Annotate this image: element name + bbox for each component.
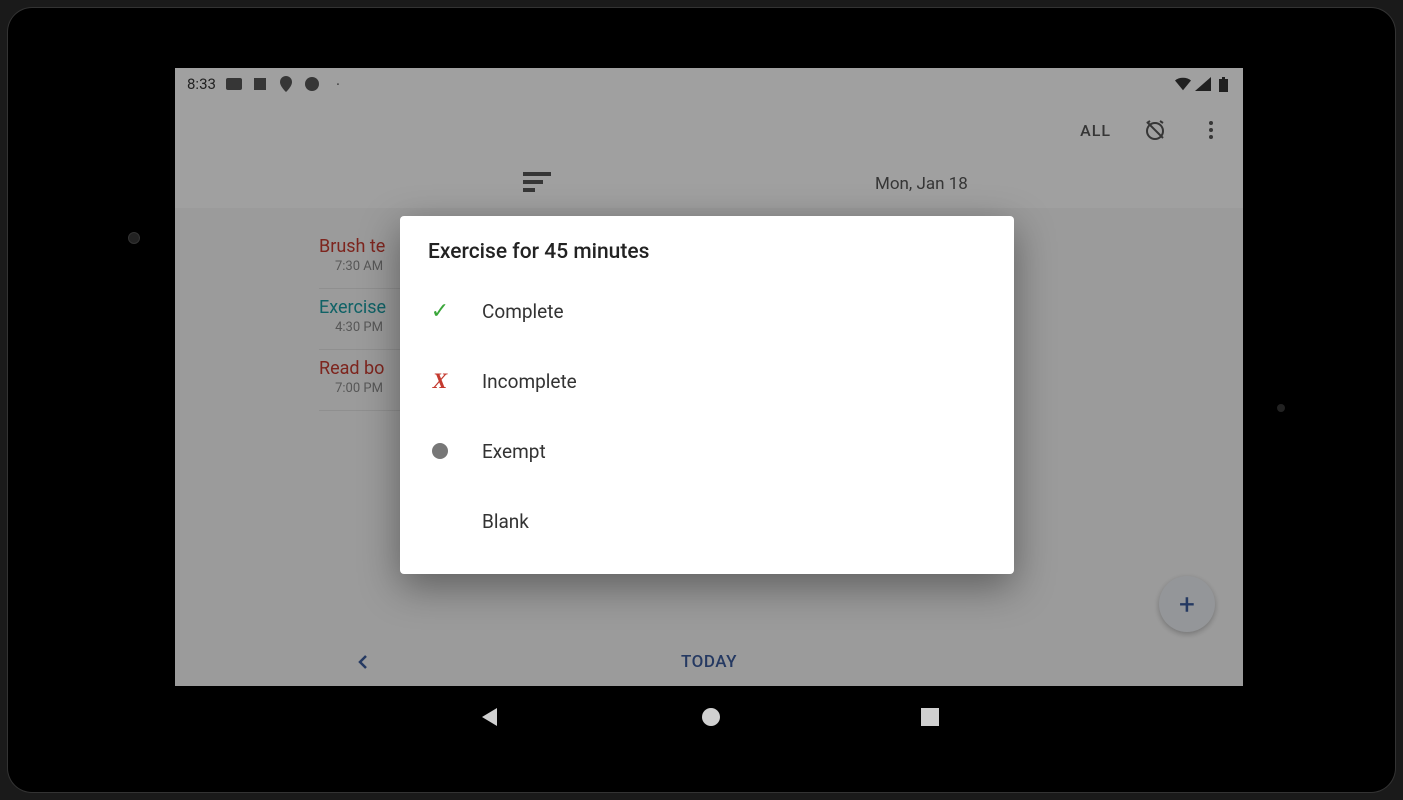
option-label: Complete	[482, 300, 564, 323]
check-icon: ✓	[428, 299, 452, 323]
option-label: Exempt	[482, 440, 546, 463]
android-nav-bar	[175, 686, 1243, 748]
device-screen: 8:33 •	[175, 68, 1243, 748]
option-label: Incomplete	[482, 370, 577, 393]
option-incomplete[interactable]: X Incomplete	[400, 346, 1014, 416]
android-recent-button[interactable]	[921, 708, 939, 726]
circle-icon	[428, 439, 452, 463]
option-label: Blank	[482, 510, 529, 533]
android-home-button[interactable]	[701, 707, 721, 727]
dialog-title: Exercise for 45 minutes	[400, 240, 1014, 276]
option-blank[interactable]: Blank	[400, 486, 1014, 556]
android-back-button[interactable]	[479, 706, 501, 728]
tablet-frame: 8:33 •	[8, 8, 1395, 792]
tablet-camera	[128, 232, 140, 244]
option-exempt[interactable]: Exempt	[400, 416, 1014, 486]
status-dialog: Exercise for 45 minutes ✓ Complete X Inc…	[400, 216, 1014, 574]
x-icon: X	[428, 369, 452, 393]
blank-icon	[428, 509, 452, 533]
tablet-sensor	[1277, 404, 1285, 412]
option-complete[interactable]: ✓ Complete	[400, 276, 1014, 346]
